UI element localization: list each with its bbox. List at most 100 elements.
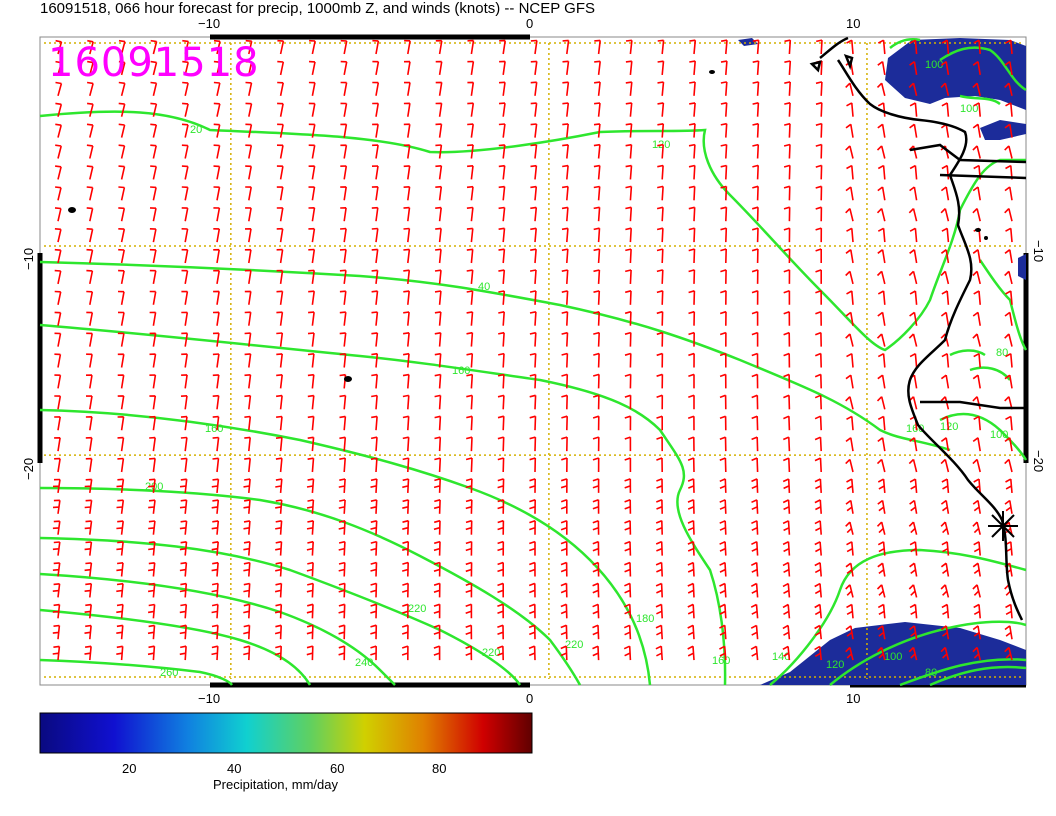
- wind-barb: [180, 395, 188, 410]
- precip-area-east: [1018, 254, 1026, 280]
- wind-barb: [498, 352, 505, 368]
- wind-barb: [403, 123, 411, 138]
- wind-barb: [845, 584, 854, 598]
- lat-tick-right: −10: [1031, 240, 1046, 262]
- wind-barb: [339, 290, 347, 305]
- wind-barb: [815, 164, 823, 180]
- wind-barb: [245, 207, 252, 222]
- wind-barb: [340, 207, 347, 222]
- wind-barb: [147, 562, 156, 577]
- wind-barb: [877, 374, 886, 389]
- wind-barb: [720, 269, 727, 284]
- wind-barb: [561, 248, 569, 264]
- wind-barb: [845, 437, 854, 452]
- wind-barb: [52, 583, 61, 598]
- wind-barb: [529, 499, 536, 514]
- wind-barb: [562, 144, 569, 159]
- wind-barb: [593, 290, 601, 305]
- wind-barb: [339, 457, 346, 473]
- wind-barb: [972, 374, 981, 389]
- contour-label: 40: [478, 281, 490, 293]
- contour-label: 160: [712, 655, 730, 667]
- wind-barb: [212, 394, 220, 410]
- wind-barb: [149, 269, 157, 285]
- wind-barb: [656, 499, 663, 514]
- wind-barb: [719, 373, 727, 389]
- wind-barb: [720, 122, 728, 138]
- wind-barb: [720, 102, 728, 117]
- wind-barb: [179, 603, 188, 619]
- wind-barb: [403, 290, 410, 305]
- wind-barb: [149, 395, 157, 410]
- precip-area-north-edge: [738, 38, 758, 46]
- wind-barb: [940, 186, 950, 201]
- contour-label: 100: [990, 429, 1008, 441]
- wind-barb: [148, 499, 156, 514]
- wind-barb: [750, 582, 759, 598]
- wind-barb: [403, 186, 411, 201]
- wind-barb: [465, 561, 473, 577]
- wind-barb: [86, 228, 94, 243]
- wind-barb: [402, 478, 410, 493]
- wind-barb: [624, 436, 632, 452]
- wind-barb: [688, 352, 695, 368]
- wind-barb: [940, 562, 950, 577]
- wind-barb: [466, 269, 474, 284]
- wind-barb: [751, 415, 759, 431]
- wind-barb: [308, 165, 316, 180]
- wind-barb: [435, 185, 443, 201]
- wind-barb: [782, 540, 791, 556]
- wind-barb: [243, 541, 251, 556]
- wind-barb: [845, 374, 854, 389]
- wind-barb: [308, 311, 315, 326]
- wind-barb: [244, 248, 252, 264]
- lon-tick-bottom: 0: [526, 691, 533, 706]
- wind-barb: [719, 436, 727, 452]
- wind-barb: [846, 603, 854, 619]
- wind-barb: [497, 624, 504, 640]
- wind-barb: [244, 353, 252, 368]
- wind-barb: [656, 248, 664, 264]
- wind-barb: [750, 561, 759, 577]
- wind-barb: [179, 499, 188, 514]
- wind-barb: [1005, 227, 1013, 243]
- wind-barb: [212, 436, 220, 452]
- wind-barb: [529, 394, 537, 410]
- wind-barb: [656, 269, 664, 284]
- wind-barb: [940, 311, 950, 326]
- wind-barb: [972, 123, 981, 138]
- wind-barb: [624, 561, 632, 577]
- wind-barb: [720, 143, 728, 159]
- wind-barb: [340, 102, 348, 117]
- wind-barb: [497, 436, 505, 452]
- wind-barb: [688, 269, 696, 284]
- wind-barb: [276, 394, 283, 410]
- wind-barb: [624, 331, 632, 347]
- wind-barb: [719, 352, 727, 368]
- wind-barb: [371, 248, 379, 264]
- wind-barb: [592, 436, 600, 452]
- wind-barb: [687, 519, 695, 535]
- wind-barb: [308, 81, 316, 96]
- wind-barb: [592, 499, 600, 514]
- wind-barb: [561, 394, 568, 410]
- wind-barb: [688, 248, 696, 264]
- wind-barb: [529, 269, 537, 284]
- wind-barb: [85, 436, 93, 452]
- wind-barb: [149, 415, 157, 431]
- wind-barb: [530, 227, 537, 243]
- wind-barb: [116, 562, 124, 577]
- wind-barb: [814, 478, 822, 493]
- wind-barb: [433, 645, 441, 661]
- wind-barb: [751, 499, 759, 514]
- wind-barb: [181, 311, 189, 326]
- wind-barb: [751, 269, 759, 284]
- wind-barb: [276, 248, 284, 264]
- wind-barb: [402, 519, 410, 535]
- wind-barb: [560, 478, 568, 493]
- wind-barb: [465, 540, 473, 556]
- contour-label: 120: [826, 659, 844, 671]
- lon-tick-top: 0: [526, 16, 533, 31]
- wind-barb: [435, 60, 443, 76]
- wind-barb: [434, 436, 442, 452]
